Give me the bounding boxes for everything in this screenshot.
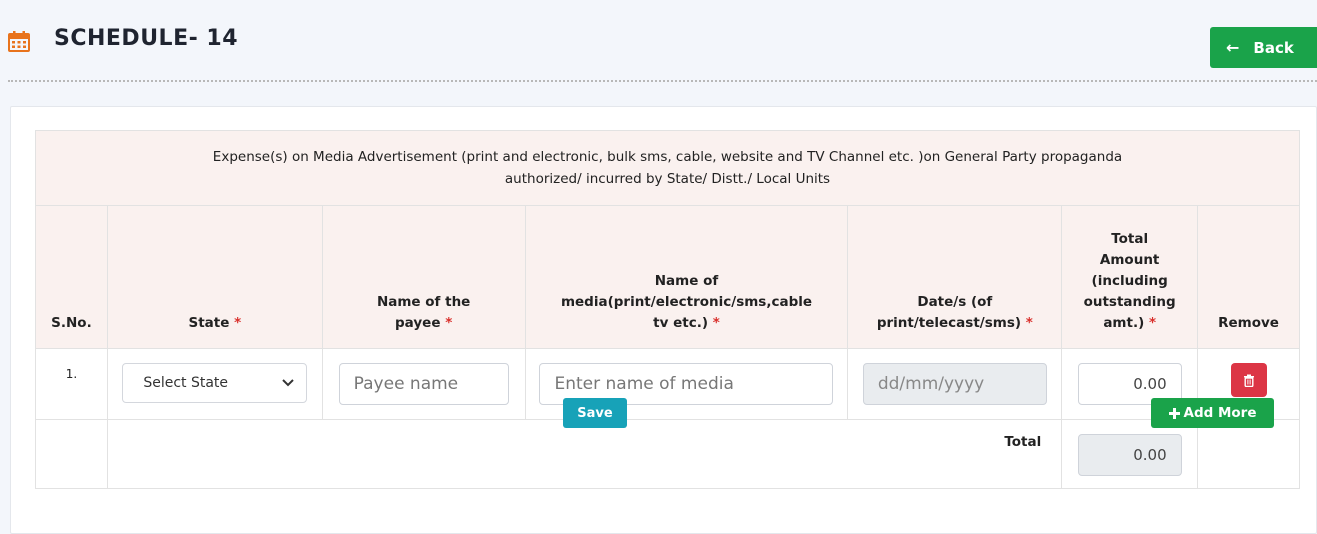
- add-more-label: Add More: [1183, 405, 1257, 421]
- col-state-label: State: [188, 315, 230, 331]
- col-sno-label: S.No.: [51, 315, 92, 331]
- col-remove-label: Remove: [1218, 315, 1279, 331]
- col-header-payee: Name of the payee *: [321, 205, 526, 349]
- page-header: SCHEDULE- 14 ← Back: [0, 0, 1317, 82]
- required-mark: *: [234, 315, 242, 331]
- trash-icon: [1243, 374, 1254, 387]
- payee-name-input[interactable]: Payee name: [338, 363, 509, 405]
- add-more-button[interactable]: Add More: [1151, 398, 1274, 428]
- required-mark: *: [1025, 315, 1033, 331]
- col-header-remove: Remove: [1197, 205, 1300, 349]
- col-date-label-1: Date/s (of: [917, 294, 993, 310]
- table-caption: Expense(s) on Media Advertisement (print…: [35, 130, 1300, 206]
- calendar-icon: [8, 31, 30, 52]
- col-media-label-3: tv etc.): [653, 315, 709, 331]
- plus-icon: [1168, 407, 1180, 419]
- date-input[interactable]: dd/mm/yyyy: [862, 363, 1047, 405]
- schedule-card: Expense(s) on Media Advertisement (print…: [10, 106, 1317, 534]
- total-value-cell: 0.00: [1061, 419, 1199, 489]
- payee-cell: Payee name: [321, 348, 526, 420]
- col-header-state: State *: [106, 205, 323, 349]
- caption-line-1: Expense(s) on Media Advertisement (print…: [212, 149, 1123, 165]
- required-mark: *: [1148, 315, 1157, 331]
- required-mark: *: [445, 315, 453, 331]
- state-select-value: Select State: [143, 375, 229, 391]
- col-payee-label-2: payee: [395, 315, 441, 331]
- row-sno: 1.: [35, 348, 108, 420]
- total-empty-cell: [35, 419, 108, 489]
- table-row: 1. Select State Payee name Enter name of…: [35, 348, 1300, 420]
- col-media-label-2: media(print/electronic/sms,cable: [560, 294, 813, 310]
- remove-row-button[interactable]: [1230, 363, 1267, 397]
- back-button[interactable]: ← Back: [1210, 27, 1317, 68]
- col-amount-label-1: Total: [1111, 231, 1149, 247]
- expense-table: Expense(s) on Media Advertisement (print…: [35, 130, 1300, 489]
- col-amount-label-4: outstanding: [1083, 294, 1176, 310]
- col-date-label-2: print/telecast/sms): [876, 315, 1022, 331]
- total-trailing-cell: [1197, 419, 1300, 489]
- caption-line-2: authorized/ incurred by State/ Distt./ L…: [504, 171, 831, 187]
- col-payee-label-1: Name of the: [376, 294, 471, 310]
- total-amount-field: 0.00: [1077, 434, 1182, 476]
- arrow-left-icon: ←: [1226, 38, 1240, 57]
- page-title: SCHEDULE- 14: [54, 26, 239, 51]
- col-header-amount: Total Amount (including outstanding amt.…: [1061, 205, 1199, 349]
- chevron-down-icon: [282, 376, 295, 390]
- col-amount-label-3: (including: [1091, 273, 1168, 289]
- col-header-sno: S.No.: [35, 205, 108, 349]
- col-amount-label-2: Amount: [1099, 252, 1160, 268]
- date-cell: dd/mm/yyyy: [847, 348, 1063, 420]
- col-amount-label-5: amt.): [1103, 315, 1145, 331]
- col-header-media: Name of media(print/electronic/sms,cable…: [524, 205, 849, 349]
- total-row: Total 0.00: [35, 419, 1300, 489]
- save-button[interactable]: Save: [563, 398, 627, 428]
- back-button-label: Back: [1253, 38, 1294, 57]
- col-header-date: Date/s (of print/telecast/sms) *: [847, 205, 1063, 349]
- state-select[interactable]: Select State: [122, 363, 308, 403]
- required-mark: *: [712, 315, 720, 331]
- col-media-label-1: Name of: [654, 273, 719, 289]
- divider: [8, 80, 1317, 82]
- state-cell: Select State: [106, 348, 323, 420]
- total-label: Total: [106, 419, 1063, 489]
